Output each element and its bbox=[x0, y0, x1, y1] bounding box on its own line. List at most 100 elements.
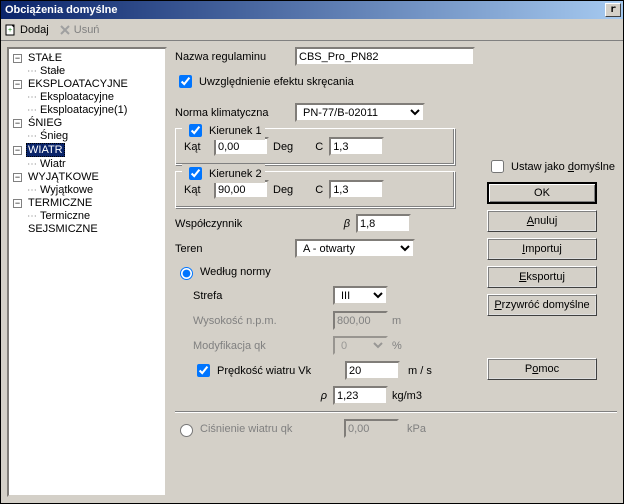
direction2-checkbox[interactable] bbox=[189, 167, 202, 180]
load-tree[interactable]: −STAŁE⋯Stałe−EKSPLOATACYJNE⋯Eksploatacyj… bbox=[7, 47, 167, 497]
tree-node[interactable]: −ŚNIEG bbox=[13, 117, 163, 129]
tree-leaf[interactable]: ⋯Wyjątkowe bbox=[27, 184, 163, 196]
tree-node[interactable]: −WIATR bbox=[13, 143, 163, 157]
tree-node-label[interactable]: TERMICZNE bbox=[26, 197, 94, 209]
set-default-checkbox[interactable] bbox=[491, 160, 504, 173]
tree-leaf-label[interactable]: Śnieg bbox=[38, 130, 70, 142]
tree-line-icon: ⋯ bbox=[27, 105, 36, 116]
tree-leaf-label[interactable]: Termiczne bbox=[38, 210, 92, 222]
tree-leaf[interactable]: ⋯Wiatr bbox=[27, 158, 163, 170]
coef-symbol: β bbox=[295, 218, 350, 230]
set-default-label: Ustaw jako domyślne bbox=[511, 161, 615, 173]
terrain-label: Teren bbox=[175, 243, 295, 255]
direction1-checkbox[interactable] bbox=[189, 124, 202, 137]
dir1-angle-label: Kąt bbox=[184, 141, 214, 153]
rho-input[interactable] bbox=[333, 386, 388, 405]
toolbar-add[interactable]: + Dodaj bbox=[5, 24, 49, 36]
tree-leaf-label[interactable]: Wiatr bbox=[38, 158, 68, 170]
tree-node[interactable]: ·SEJSMICZNE bbox=[13, 223, 163, 235]
tree-leaf[interactable]: ⋯Termiczne bbox=[27, 210, 163, 222]
tree-node-label[interactable]: SEJSMICZNE bbox=[26, 223, 100, 235]
zone-select[interactable]: III bbox=[333, 286, 388, 305]
collapse-icon[interactable]: − bbox=[13, 199, 22, 208]
regulation-input[interactable] bbox=[295, 47, 475, 66]
direction1-title: Kierunek 1 bbox=[209, 125, 262, 137]
tree-node-label[interactable]: STAŁE bbox=[26, 52, 64, 64]
collapse-icon[interactable]: − bbox=[13, 173, 22, 182]
tree-leaf[interactable]: ⋯Śnieg bbox=[27, 130, 163, 142]
collapse-icon[interactable]: − bbox=[13, 146, 22, 155]
tree-leaf[interactable]: ⋯Eksploatacyjne(1) bbox=[27, 104, 163, 116]
tree-node[interactable]: −WYJĄTKOWE bbox=[13, 171, 163, 183]
tree-node-label[interactable]: ŚNIEG bbox=[26, 117, 64, 129]
collapse-icon[interactable]: − bbox=[13, 80, 22, 89]
tree-line-icon: ⋯ bbox=[27, 66, 36, 77]
mod-label: Modyfikacja qk bbox=[193, 340, 333, 352]
dir1-c-input[interactable] bbox=[329, 137, 384, 156]
tree-line-icon: ⋯ bbox=[27, 159, 36, 170]
terrain-select[interactable]: A - otwarty bbox=[295, 239, 415, 258]
coef-input[interactable] bbox=[356, 214, 411, 233]
speed-unit: m / s bbox=[408, 365, 432, 377]
tree-node-label[interactable]: EKSPLOATACYJNE bbox=[26, 78, 130, 90]
ok-button[interactable]: OK bbox=[487, 182, 597, 204]
window-title: Obciążenia domyślne bbox=[5, 4, 605, 16]
cancel-button[interactable]: Anuluj bbox=[487, 210, 597, 232]
import-button[interactable]: Importuj bbox=[487, 238, 597, 260]
tree-leaf-label[interactable]: Eksploatacyjne bbox=[38, 91, 116, 103]
tree-line-icon: ⋯ bbox=[27, 92, 36, 103]
set-default-check-row[interactable]: Ustaw jako domyślne bbox=[487, 157, 617, 176]
direction2-group: Kierunek 2 Kąt Deg C bbox=[175, 171, 455, 208]
tree-line-icon: ⋯ bbox=[27, 131, 36, 142]
dir2-c-input[interactable] bbox=[329, 180, 384, 199]
pressure-radio[interactable] bbox=[180, 424, 193, 437]
svg-text:+: + bbox=[8, 27, 12, 34]
tree-node[interactable]: −TERMICZNE bbox=[13, 197, 163, 209]
tree-node[interactable]: −EKSPLOATACYJNE bbox=[13, 78, 163, 90]
coef-label: Współczynnik bbox=[175, 218, 295, 230]
title-bar: Obciążenia domyślne r bbox=[1, 1, 623, 19]
dir1-c-label: C bbox=[293, 141, 323, 153]
tree-node-label[interactable]: WIATR bbox=[26, 143, 65, 157]
tree-node-label[interactable]: WYJĄTKOWE bbox=[26, 171, 101, 183]
dir2-angle-unit: Deg bbox=[273, 184, 293, 196]
tree-node[interactable]: −STAŁE bbox=[13, 52, 163, 64]
toolbar: + Dodaj Usuń bbox=[1, 19, 623, 41]
mod-select: 0 bbox=[333, 336, 388, 355]
tree-line-icon: ⋯ bbox=[27, 211, 36, 222]
collapse-icon[interactable]: − bbox=[13, 54, 22, 63]
rho-symbol: ρ bbox=[193, 390, 333, 402]
tree-leaf-label[interactable]: Stałe bbox=[38, 65, 67, 77]
climate-select[interactable]: PN-77/B-02011 bbox=[295, 103, 425, 122]
speed-label: Prędkość wiatru Vk bbox=[217, 365, 341, 377]
tree-leaf[interactable]: ⋯Eksploatacyjne bbox=[27, 91, 163, 103]
twist-label: Uwzględnienie efektu skręcania bbox=[199, 76, 354, 88]
collapse-icon[interactable]: − bbox=[13, 119, 22, 128]
export-button[interactable]: Eksportuj bbox=[487, 266, 597, 288]
direction2-title: Kierunek 2 bbox=[209, 168, 262, 180]
speed-input[interactable] bbox=[345, 361, 400, 380]
dir2-c-label: C bbox=[293, 184, 323, 196]
height-label: Wysokość n.p.m. bbox=[193, 315, 333, 327]
twist-checkbox[interactable] bbox=[179, 75, 192, 88]
restore-button[interactable]: Przywróć domyślne bbox=[487, 294, 597, 316]
dir2-angle-label: Kąt bbox=[184, 184, 214, 196]
zone-label: Strefa bbox=[193, 290, 333, 302]
tree-leaf-label[interactable]: Eksploatacyjne(1) bbox=[38, 104, 129, 116]
mod-unit: % bbox=[392, 340, 402, 352]
help-button[interactable]: Pomoc bbox=[487, 358, 597, 380]
tree-leaf[interactable]: ⋯Stałe bbox=[27, 65, 163, 77]
regulation-label: Nazwa regulaminu bbox=[175, 51, 295, 63]
toolbar-remove-label: Usuń bbox=[74, 24, 100, 36]
pressure-label: Ciśnienie wiatru qk bbox=[200, 423, 340, 435]
form-panel: Nazwa regulaminu Uwzględnienie efektu sk… bbox=[175, 47, 617, 497]
speed-checkbox[interactable] bbox=[197, 364, 210, 377]
rho-unit: kg/m3 bbox=[392, 390, 422, 402]
toolbar-remove: Usuń bbox=[59, 24, 100, 36]
pressure-unit: kPa bbox=[407, 423, 426, 435]
climate-label: Norma klimatyczna bbox=[175, 107, 295, 119]
tree-line-icon: ⋯ bbox=[27, 185, 36, 196]
tree-leaf-label[interactable]: Wyjątkowe bbox=[38, 184, 95, 196]
close-button[interactable]: r bbox=[605, 3, 621, 17]
by-standard-radio[interactable] bbox=[180, 267, 193, 280]
